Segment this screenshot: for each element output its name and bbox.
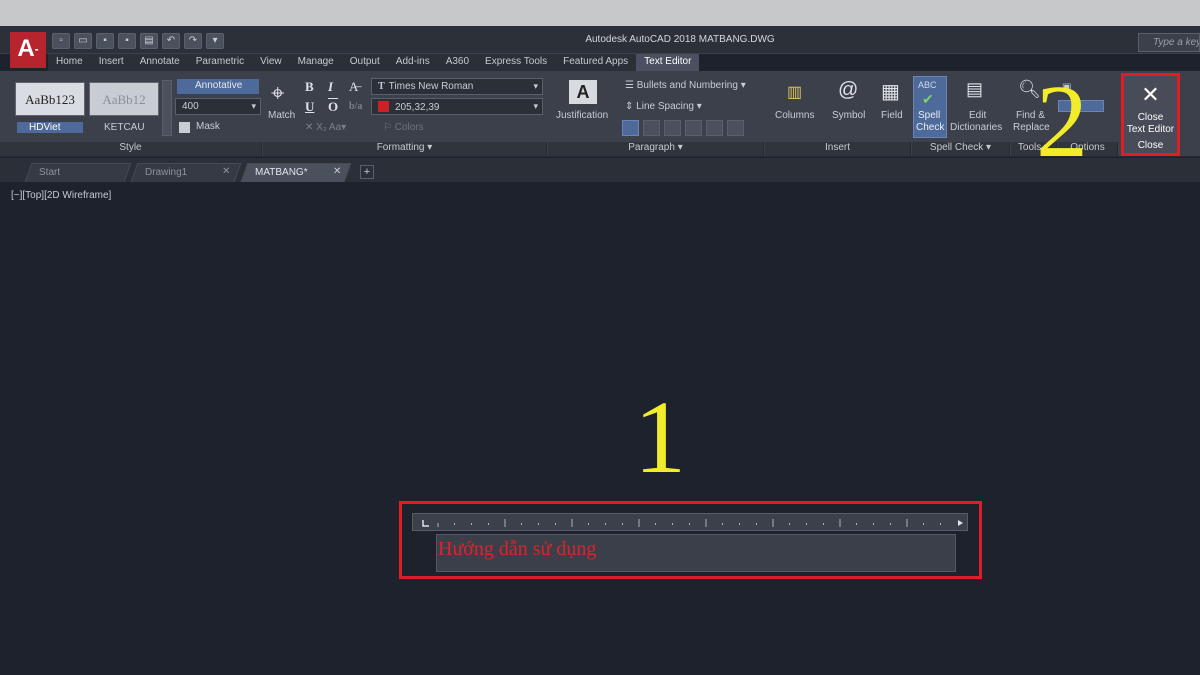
justification-icon: A [569,80,597,104]
annotative-button[interactable]: Annotative [177,79,259,94]
distribute-button[interactable] [706,120,723,136]
close-text-editor-button[interactable]: ✕ Close Text Editor Close [1121,73,1180,156]
ruler-ticks [422,519,963,527]
tab-home[interactable]: Home [48,54,91,71]
stack-icon: ✕ X₂ Aa▾ [305,122,347,133]
panel-spell-check: Spell Check ▾ [912,142,1010,156]
edit-dictionaries-label-1[interactable]: Edit [969,110,986,121]
tab-view[interactable]: View [252,54,290,71]
viewport-controls[interactable]: [−][Top][2D Wireframe] [11,190,111,201]
text-height-field[interactable]: 400 ▾ [175,98,261,115]
text-style-hdviet[interactable]: AaBb123 [15,82,85,116]
edit-dictionaries-label-2[interactable]: Dictionaries [950,122,1002,133]
text-style-ketcau[interactable]: AaBb12 [89,82,159,116]
redo-icon[interactable]: ↷ [184,33,202,49]
tab-featured-apps[interactable]: Featured Apps [555,54,636,71]
checkmark-icon: ✔ [922,91,934,107]
match-button[interactable]: Match [268,110,295,121]
panel-paragraph: Paragraph ▾ [548,142,764,156]
window-title: Autodesk AutoCAD 2018 MATBANG.DWG [585,34,775,45]
tab-annotate[interactable]: Annotate [132,54,188,71]
panel-close: Close [1137,140,1164,151]
tab-add-ins[interactable]: Add-ins [388,54,438,71]
spell-check-icon: ABC [918,80,937,90]
tab-parametric[interactable]: Parametric [188,54,252,71]
columns-button[interactable]: Columns [775,110,814,121]
justify-button[interactable] [685,120,702,136]
justification-button[interactable]: Justification [556,110,608,121]
chevron-down-icon: ▾ [533,81,538,91]
tab-manage[interactable]: Manage [290,54,342,71]
search-input[interactable]: Type a keyword [1138,33,1200,52]
share-icon[interactable]: ▾ [206,33,224,49]
clear-formatting-button[interactable]: ⚐ Colors [383,122,424,133]
new-icon[interactable]: ▫ [52,33,70,49]
align-left-button[interactable] [622,120,639,136]
panel-formatting: Formatting ▾ [263,142,547,156]
chevron-down-icon: ▾ [251,101,256,111]
save-as-icon[interactable]: ▪ [118,33,136,49]
autocad-window: A- ▫ ▭ ▪ ▪ ▤ ↶ ↷ ▾ Autodesk AutoCAD 2018… [0,0,1200,675]
dictionary-icon: ▤ [966,79,984,99]
app-menu-button[interactable]: A- [10,32,46,68]
text-style-ketcau-label: KETCAU [104,122,145,133]
panel-style: Style [0,142,262,156]
line-spacing-button[interactable]: ⇕ Line Spacing ▾ [625,101,702,112]
panel-insert: Insert [765,142,911,156]
strikethrough-button[interactable]: A̶ [349,79,358,95]
text-editor-ruler[interactable] [412,513,968,531]
field-button[interactable]: Field [881,110,903,121]
quick-access-toolbar: ▫ ▭ ▪ ▪ ▤ ↶ ↷ ▾ [52,33,224,51]
save-icon[interactable]: ▪ [96,33,114,49]
tab-insert[interactable]: Insert [91,54,132,71]
print-icon[interactable]: ▤ [140,33,158,49]
undo-icon[interactable]: ↶ [162,33,180,49]
paragraph-settings-button[interactable] [727,120,744,136]
close-text-editor-label: Close Text Editor [1126,112,1175,135]
spell-check-label-1: Spell [918,110,941,121]
symbol-icon: @ [838,79,859,101]
open-icon[interactable]: ▭ [74,33,92,49]
overline-button[interactable]: O [328,99,338,115]
close-tab-icon[interactable]: ✕ [222,166,230,177]
field-icon: ▦ [881,81,900,103]
match-brush-icon: ⌖ [271,80,285,107]
line-spacing-icon: ⇕ [625,101,637,112]
underline-button[interactable]: U [305,99,314,115]
mask-icon [179,122,190,133]
mtext-content[interactable]: Hướng dẫn sử dụng [438,538,596,561]
italic-button[interactable]: I [328,79,333,95]
clear-icon: ⚐ [383,122,395,133]
step-marker-1: 1 [634,380,686,495]
color-select[interactable]: 205,32,39 ▾ [371,98,543,115]
color-swatch [378,101,389,112]
ribbon-tabs: Home Insert Annotate Parametric View Man… [48,54,700,71]
tab-express-tools[interactable]: Express Tools [477,54,555,71]
bullets-button[interactable]: ☰ Bullets and Numbering ▾ [625,80,746,91]
spell-check-label-2: Check [916,122,945,133]
columns-icon: ▥ [787,84,803,101]
oblique-icon: b/a [349,101,363,112]
style-gallery-scroll[interactable] [162,80,172,136]
top-strip [0,0,1200,26]
step-marker-2: 2 [1036,64,1088,179]
chevron-down-icon: ▾ [533,101,538,111]
align-right-button[interactable] [664,120,681,136]
list-icon: ☰ [625,80,637,91]
bold-button[interactable]: B [305,79,314,95]
tab-a360[interactable]: A360 [438,54,477,71]
align-center-button[interactable] [643,120,660,136]
tab-output[interactable]: Output [342,54,388,71]
new-tab-button[interactable]: + [360,165,374,179]
symbol-button[interactable]: Symbol [832,110,865,121]
mask-button[interactable]: Mask [196,121,220,132]
text-style-hdviet-label: HDViet [17,122,83,133]
font-select[interactable]: T Times New Roman ▾ [371,78,543,95]
file-tab-start[interactable]: Start [24,163,132,182]
close-icon: ✕ [1141,82,1160,107]
tab-text-editor[interactable]: Text Editor [636,54,700,71]
close-tab-icon[interactable]: ✕ [333,166,341,177]
